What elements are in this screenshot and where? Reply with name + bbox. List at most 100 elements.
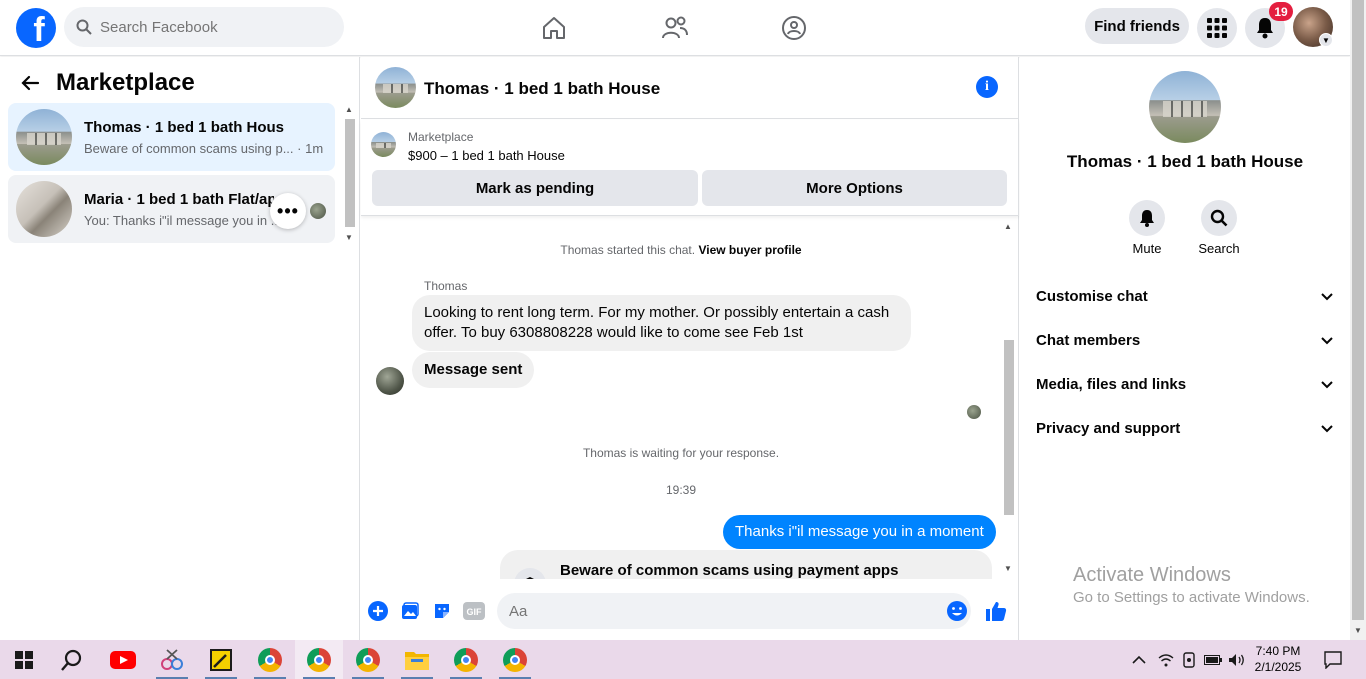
chat-avatar[interactable]	[375, 67, 416, 108]
windows-start-icon[interactable]	[0, 640, 48, 679]
groups-icon[interactable]	[778, 12, 810, 44]
snipping-tool-icon[interactable]	[148, 640, 196, 679]
conversation-name: Thomas · 1 bed 1 bath House	[84, 119, 284, 136]
listing-thumbnail[interactable]	[371, 132, 396, 157]
gif-icon[interactable]: GIF	[463, 600, 485, 622]
photo-icon[interactable]	[399, 600, 421, 622]
back-arrow-icon[interactable]	[20, 73, 44, 97]
conversation-name: Maria · 1 bed 1 bath Flat/apa	[84, 191, 274, 208]
media-files-links-section[interactable]: Media, files and links	[1036, 376, 1334, 400]
search-action[interactable]: Search	[1189, 200, 1249, 256]
chat-members-section[interactable]: Chat members	[1036, 332, 1334, 356]
listing-card: Marketplace $900 – 1 bed 1 bath House Ma…	[361, 120, 1019, 216]
chat-header: Thomas · 1 bed 1 bath House i	[361, 57, 1019, 119]
battery-icon[interactable]	[1204, 640, 1222, 679]
scroll-thumb[interactable]	[1352, 0, 1364, 620]
auto-reply-message[interactable]: Message sent	[412, 352, 535, 388]
listing-price[interactable]: $900 – 1 bed 1 bath House	[408, 148, 565, 163]
taskbar-clock[interactable]: 7:40 PM 2/1/2025	[1250, 643, 1306, 675]
emoji-icon[interactable]	[946, 600, 968, 622]
info-icon[interactable]: i	[976, 76, 998, 98]
watermark-subtitle: Go to Settings to activate Windows.	[1073, 589, 1310, 606]
scam-warning-title: Beware of common scams using payment app…	[560, 562, 899, 579]
scroll-down-arrow-icon[interactable]: ▼	[345, 233, 353, 242]
clock-date: 2/1/2025	[1254, 660, 1302, 674]
incoming-message[interactable]: Looking to rent long term. For my mother…	[412, 295, 911, 351]
chrome-icon[interactable]	[246, 640, 294, 679]
message-timestamp: 19:39	[665, 483, 697, 497]
sender-avatar[interactable]	[376, 367, 404, 395]
top-navigation: f Find friends 19 ▼	[0, 0, 1350, 56]
bell-icon[interactable]	[1129, 200, 1165, 236]
chrome-icon[interactable]	[295, 640, 343, 679]
message-list: Thomas started this chat. View buyer pro…	[361, 217, 1001, 579]
section-label: Media, files and links	[1036, 376, 1187, 393]
chat-details-panel: Thomas · 1 bed 1 bath House Mute Search …	[1020, 57, 1350, 640]
sticky-notes-icon[interactable]	[197, 640, 245, 679]
conversation-item[interactable]: Maria · 1 bed 1 bath Flat/apa You: Thank…	[8, 175, 335, 243]
view-buyer-profile-link[interactable]: View buyer profile	[698, 243, 801, 257]
thumbs-up-icon[interactable]	[985, 600, 1007, 622]
chat-title[interactable]: Thomas · 1 bed 1 bath House	[424, 79, 660, 99]
taskbar-search-icon[interactable]	[48, 640, 96, 679]
scam-warning-card[interactable]: Beware of common scams using payment app…	[500, 550, 992, 579]
conversation-item[interactable]: Thomas · 1 bed 1 bath House Beware of co…	[8, 103, 335, 171]
chat-started-notice: Thomas started this chat. View buyer pro…	[361, 243, 1001, 257]
conversation-list-scrollbar[interactable]: ▲ ▼	[342, 105, 358, 245]
device-icon[interactable]	[1181, 640, 1197, 679]
shield-icon	[514, 568, 546, 579]
more-options-icon[interactable]: •••	[270, 193, 306, 229]
more-options-button[interactable]: More Options	[702, 170, 1007, 206]
outgoing-message[interactable]: Thanks i"il message you in a moment	[723, 515, 996, 549]
clock-time: 7:40 PM	[1255, 644, 1301, 658]
mute-action[interactable]: Mute	[1117, 200, 1177, 256]
page-scrollbar[interactable]: ▼	[1350, 0, 1366, 640]
sticker-icon[interactable]	[431, 600, 453, 622]
conversation-avatar	[16, 109, 72, 165]
scroll-thumb[interactable]	[345, 119, 355, 227]
conversation-avatar	[16, 181, 72, 237]
chrome-icon[interactable]	[491, 640, 539, 679]
section-label: Chat members	[1036, 332, 1141, 349]
scroll-up-arrow-icon[interactable]: ▲	[345, 105, 353, 114]
privacy-support-section[interactable]: Privacy and support	[1036, 420, 1334, 444]
find-friends-button[interactable]: Find friends	[1085, 8, 1189, 44]
show-hidden-icons-icon[interactable]	[1132, 640, 1146, 679]
add-plus-icon[interactable]	[367, 600, 389, 622]
scroll-thumb[interactable]	[1004, 340, 1014, 515]
scroll-down-arrow-icon[interactable]: ▼	[1354, 626, 1362, 635]
notification-center-icon[interactable]	[1324, 640, 1342, 679]
facebook-logo-icon[interactable]: f	[16, 8, 56, 48]
watermark-title: Activate Windows	[1073, 564, 1231, 586]
search-input[interactable]	[100, 18, 320, 36]
activate-windows-watermark: Activate Windows Go to Settings to activ…	[1073, 564, 1310, 606]
section-label: Customise chat	[1036, 288, 1148, 305]
scroll-up-arrow-icon[interactable]: ▲	[1004, 222, 1012, 231]
wifi-icon[interactable]	[1158, 640, 1174, 679]
customise-chat-section[interactable]: Customise chat	[1036, 288, 1334, 312]
chevron-down-icon	[1321, 425, 1333, 433]
search-box[interactable]	[64, 7, 344, 47]
mark-as-pending-button[interactable]: Mark as pending	[372, 170, 698, 206]
menu-grid-icon[interactable]	[1197, 8, 1237, 48]
scroll-down-arrow-icon[interactable]: ▼	[1004, 564, 1012, 573]
search-icon	[76, 19, 92, 35]
search-icon[interactable]	[1201, 200, 1237, 236]
sender-name: Thomas	[424, 279, 468, 293]
notification-badge: 19	[1269, 2, 1293, 21]
chat-scrollbar[interactable]: ▲ ▼	[1001, 218, 1017, 578]
chrome-icon[interactable]	[442, 640, 490, 679]
chevron-down-icon	[1321, 293, 1333, 301]
details-avatar[interactable]	[1149, 71, 1221, 143]
conversation-preview: You: Thanks i"il message you in ...	[84, 213, 282, 228]
volume-icon[interactable]	[1228, 640, 1246, 679]
youtube-icon[interactable]	[99, 640, 147, 679]
file-explorer-icon[interactable]	[393, 640, 441, 679]
chrome-icon[interactable]	[344, 640, 392, 679]
friends-icon[interactable]	[659, 12, 691, 44]
chevron-down-icon[interactable]: ▼	[1319, 33, 1333, 47]
message-input[interactable]	[497, 593, 971, 629]
details-title: Thomas · 1 bed 1 bath House	[1066, 152, 1304, 171]
chevron-down-icon	[1321, 381, 1333, 389]
home-icon[interactable]	[538, 12, 570, 44]
